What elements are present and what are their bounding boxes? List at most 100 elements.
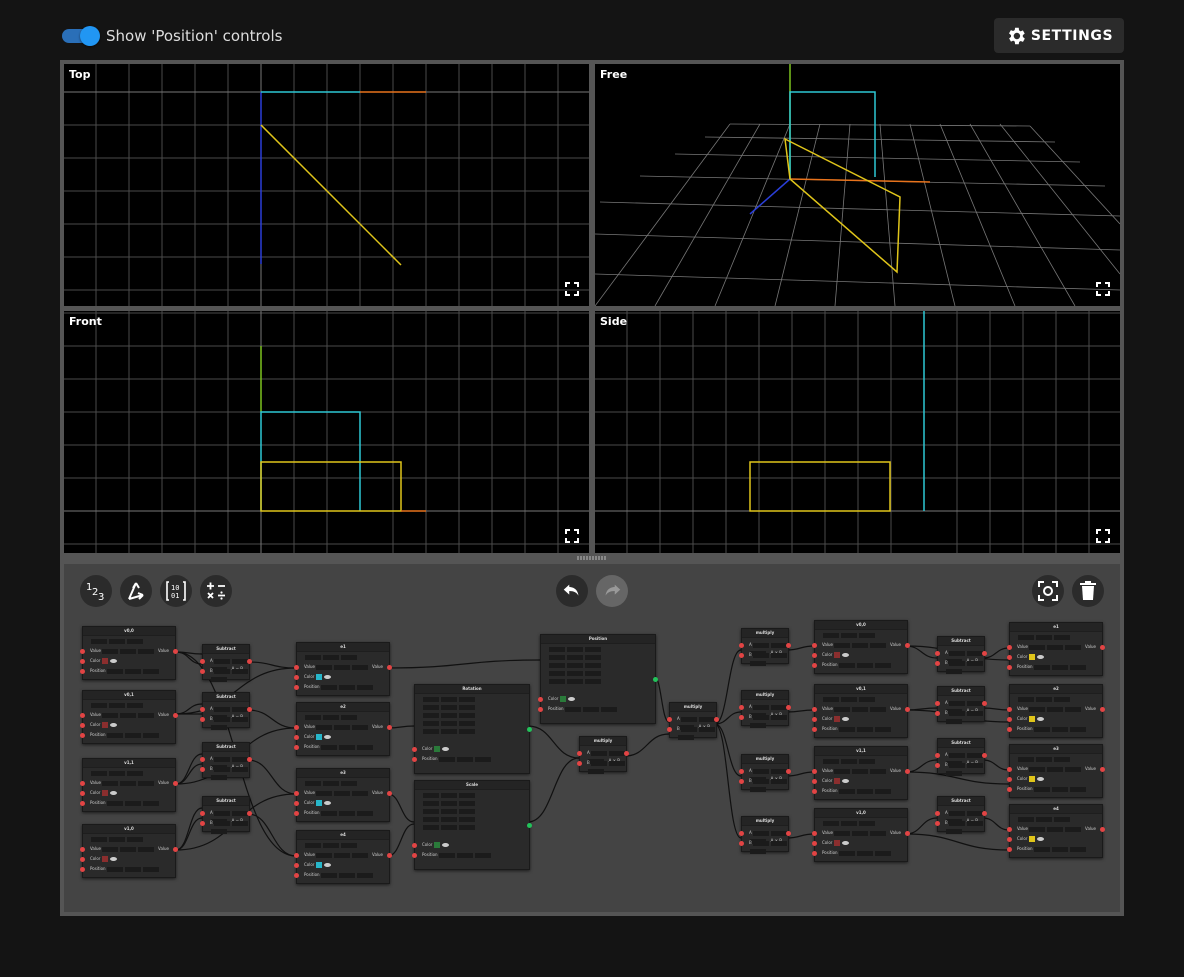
- vector-node-right-1-header-cell[interactable]: [859, 696, 875, 702]
- input-port[interactable]: [294, 872, 299, 878]
- multiply-node-2-b-cell[interactable]: [770, 778, 787, 784]
- input-port[interactable]: [935, 700, 940, 706]
- edge-vector-node-0-header-cell[interactable]: [305, 654, 321, 660]
- vector-node-left-1-value-cell[interactable]: [101, 712, 118, 718]
- subtract-node-3[interactable]: Subtract AA − BB: [200, 796, 252, 834]
- edge-vector-node-right-3-header-cell[interactable]: [1018, 816, 1034, 822]
- multiply-node-mid-b-cell[interactable]: [608, 760, 625, 766]
- viewport-free[interactable]: Free: [595, 64, 1120, 306]
- visibility-icon[interactable]: [568, 697, 576, 701]
- redo-button[interactable]: [596, 575, 628, 607]
- input-port[interactable]: [935, 752, 940, 758]
- position-matrix-row-2-cell[interactable]: [567, 662, 583, 668]
- input-port[interactable]: [200, 810, 205, 816]
- multiply-node-mid-a-cell[interactable]: [590, 750, 607, 756]
- input-port[interactable]: [200, 820, 205, 826]
- edge-vector-node-right-0[interactable]: e1 Value Value Color Position: [1007, 622, 1105, 676]
- vector-node-right-3-position-cell[interactable]: [874, 850, 891, 856]
- input-port[interactable]: [812, 716, 817, 722]
- edge-vector-node-2-position-cell[interactable]: [356, 810, 373, 816]
- subtract-node-right-3-a-cell[interactable]: [966, 810, 983, 816]
- color-swatch[interactable]: [316, 800, 323, 806]
- color-swatch[interactable]: [102, 658, 109, 664]
- input-port[interactable]: [1007, 766, 1012, 772]
- multiply-node-main-a-cell[interactable]: [680, 716, 697, 722]
- output-port[interactable]: [905, 706, 910, 712]
- input-port[interactable]: [577, 760, 582, 766]
- input-port[interactable]: [80, 800, 85, 806]
- input-port[interactable]: [80, 658, 85, 664]
- edge-vector-node-0-position-cell[interactable]: [338, 684, 355, 690]
- subtract-node-right-2-b-cell[interactable]: [966, 762, 983, 768]
- subtract-node-right-1[interactable]: Subtract AA − BB: [935, 686, 987, 724]
- multiply-node-2[interactable]: multiply AA × BB: [739, 754, 791, 792]
- vector-node-right-0-header-cell[interactable]: [859, 632, 875, 638]
- subtract-node-right-0-b-cell[interactable]: [966, 660, 983, 666]
- vector-node-right-2-header-cell[interactable]: [841, 758, 857, 764]
- subtract-node-right-3-b-cell[interactable]: [966, 820, 983, 826]
- input-port[interactable]: [812, 652, 817, 658]
- visibility-icon[interactable]: [442, 747, 450, 751]
- subtract-node-1-b-cell[interactable]: [231, 716, 248, 722]
- edge-vector-node-right-1-position-cell[interactable]: [1033, 726, 1050, 732]
- edge-vector-node-right-0-header-cell[interactable]: [1018, 634, 1034, 640]
- input-port[interactable]: [739, 714, 744, 720]
- multiply-node-3-b-cell[interactable]: [752, 840, 769, 846]
- scale-matrix-row-4-cell[interactable]: [423, 824, 439, 830]
- visibility-icon[interactable]: [842, 717, 850, 721]
- scale-matrix-row-3-cell[interactable]: [459, 816, 475, 822]
- color-swatch[interactable]: [316, 862, 323, 868]
- vector-node-left-1-header-cell[interactable]: [109, 702, 125, 708]
- edge-vector-node-right-0-position-cell[interactable]: [1051, 664, 1068, 670]
- input-port[interactable]: [739, 830, 744, 836]
- edge-vector-node-0-header-cell[interactable]: [341, 654, 357, 660]
- subtract-node-1[interactable]: Subtract AA − BB: [200, 692, 252, 730]
- edge-vector-node-right-1-value-cell[interactable]: [1046, 706, 1063, 712]
- edge-vector-node-2-header-cell[interactable]: [323, 780, 339, 786]
- position-matrix-row-0-cell[interactable]: [585, 646, 601, 652]
- vector-node-left-3-value-cell[interactable]: [137, 846, 154, 852]
- edge-vector-node-right-0-position-cell[interactable]: [1033, 664, 1050, 670]
- edge-vector-node-right-3-header-cell[interactable]: [1036, 816, 1052, 822]
- input-port[interactable]: [80, 648, 85, 654]
- edge-vector-node-2[interactable]: e3 Value Value Color Position: [294, 768, 392, 822]
- vector-node-left-2-header-cell[interactable]: [91, 770, 107, 776]
- edge-vector-node-right-1[interactable]: e2 Value Value Color Position: [1007, 684, 1105, 738]
- input-port[interactable]: [1007, 786, 1012, 792]
- edge-vector-node-right-0-value-cell[interactable]: [1064, 644, 1081, 650]
- vector-node-right-3-header-cell[interactable]: [859, 820, 875, 826]
- subtract-node-2-a-cell[interactable]: [213, 756, 230, 762]
- subtract-node-3-a-cell[interactable]: [213, 810, 230, 816]
- edge-vector-node-2-value-cell[interactable]: [351, 790, 368, 796]
- edge-vector-node-right-1-header-cell[interactable]: [1054, 696, 1070, 702]
- vector-node-right-3-header-cell[interactable]: [823, 820, 839, 826]
- position-matrix-row-0-cell[interactable]: [567, 646, 583, 652]
- position-matrix-row-1-cell[interactable]: [549, 654, 565, 660]
- vector-node-left-2-value-cell[interactable]: [119, 780, 136, 786]
- vector-node-right-0-value-cell[interactable]: [833, 642, 850, 648]
- input-port[interactable]: [739, 778, 744, 784]
- multiply-node-mid-b-cell[interactable]: [590, 760, 607, 766]
- vector-node-left-0-header-cell[interactable]: [127, 638, 143, 644]
- input-port[interactable]: [667, 726, 672, 732]
- edge-vector-node-right-2-value-cell[interactable]: [1046, 766, 1063, 772]
- multiply-node-2-a-cell[interactable]: [770, 768, 787, 774]
- vector-node-right-2-value-cell[interactable]: [869, 768, 886, 774]
- vector-node-right-2[interactable]: v1,1 Value Value Color Position: [812, 746, 910, 800]
- vector-node-right-2-header-cell[interactable]: [859, 758, 875, 764]
- viewport-side[interactable]: Side: [595, 311, 1120, 553]
- rotation-node[interactable]: Rotation Color Position: [412, 684, 532, 774]
- vector-node-left-3-position-cell[interactable]: [124, 866, 141, 872]
- color-swatch[interactable]: [1029, 776, 1036, 782]
- position-matrix-row-4-cell[interactable]: [567, 678, 583, 684]
- input-port[interactable]: [812, 768, 817, 774]
- vector-node-right-1-position-cell[interactable]: [856, 726, 873, 732]
- subtract-node-right-3[interactable]: Subtract AA − BB: [935, 796, 987, 834]
- vector-node-left-3-value-cell[interactable]: [119, 846, 136, 852]
- fullscreen-icon[interactable]: [1096, 282, 1110, 296]
- scale-position-cell[interactable]: [438, 852, 455, 858]
- multiply-node-main-b-cell[interactable]: [678, 734, 694, 740]
- vector-node-right-3-value-cell[interactable]: [869, 830, 886, 836]
- input-port[interactable]: [80, 780, 85, 786]
- input-port[interactable]: [667, 716, 672, 722]
